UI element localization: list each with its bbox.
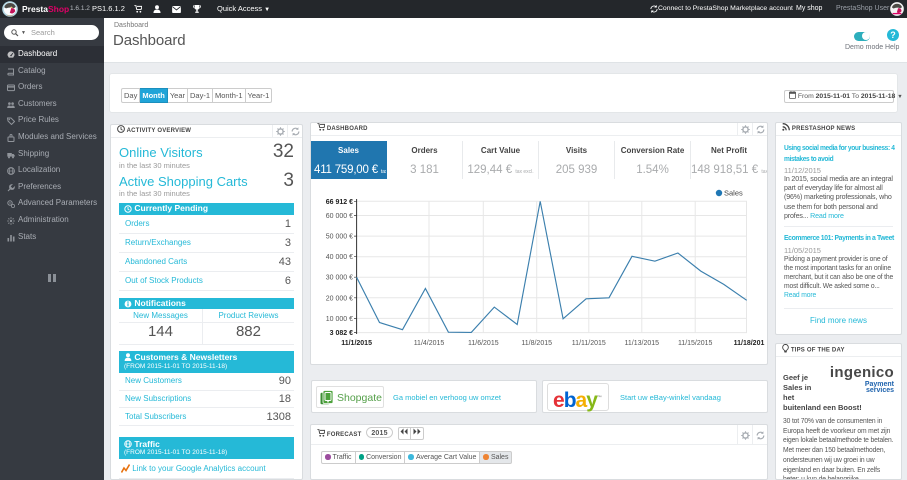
svg-text:11/15/2015: 11/15/2015 (678, 340, 713, 347)
svg-text:30 000 €: 30 000 € (326, 275, 353, 282)
svg-text:11/11/2015: 11/11/2015 (572, 340, 606, 347)
svg-text:10 000 €: 10 000 € (326, 316, 353, 323)
svg-text:11/1/2015: 11/1/2015 (341, 340, 372, 347)
svg-text:Sales: Sales (724, 189, 743, 198)
svg-text:11/13/2015: 11/13/2015 (625, 340, 660, 347)
svg-text:11/6/2015: 11/6/2015 (468, 340, 499, 347)
svg-text:11/18/201: 11/18/201 (734, 340, 765, 347)
svg-text:11/8/2015: 11/8/2015 (521, 340, 552, 347)
svg-text:50 000 €: 50 000 € (326, 234, 353, 241)
svg-text:40 000 €: 40 000 € (326, 254, 353, 261)
svg-text:3 082 €: 3 082 € (330, 330, 353, 337)
svg-text:60 000 €: 60 000 € (326, 213, 353, 220)
svg-text:66 912 €: 66 912 € (326, 199, 353, 206)
svg-text:20 000 €: 20 000 € (326, 295, 353, 302)
svg-text:11/4/2015: 11/4/2015 (414, 340, 445, 347)
